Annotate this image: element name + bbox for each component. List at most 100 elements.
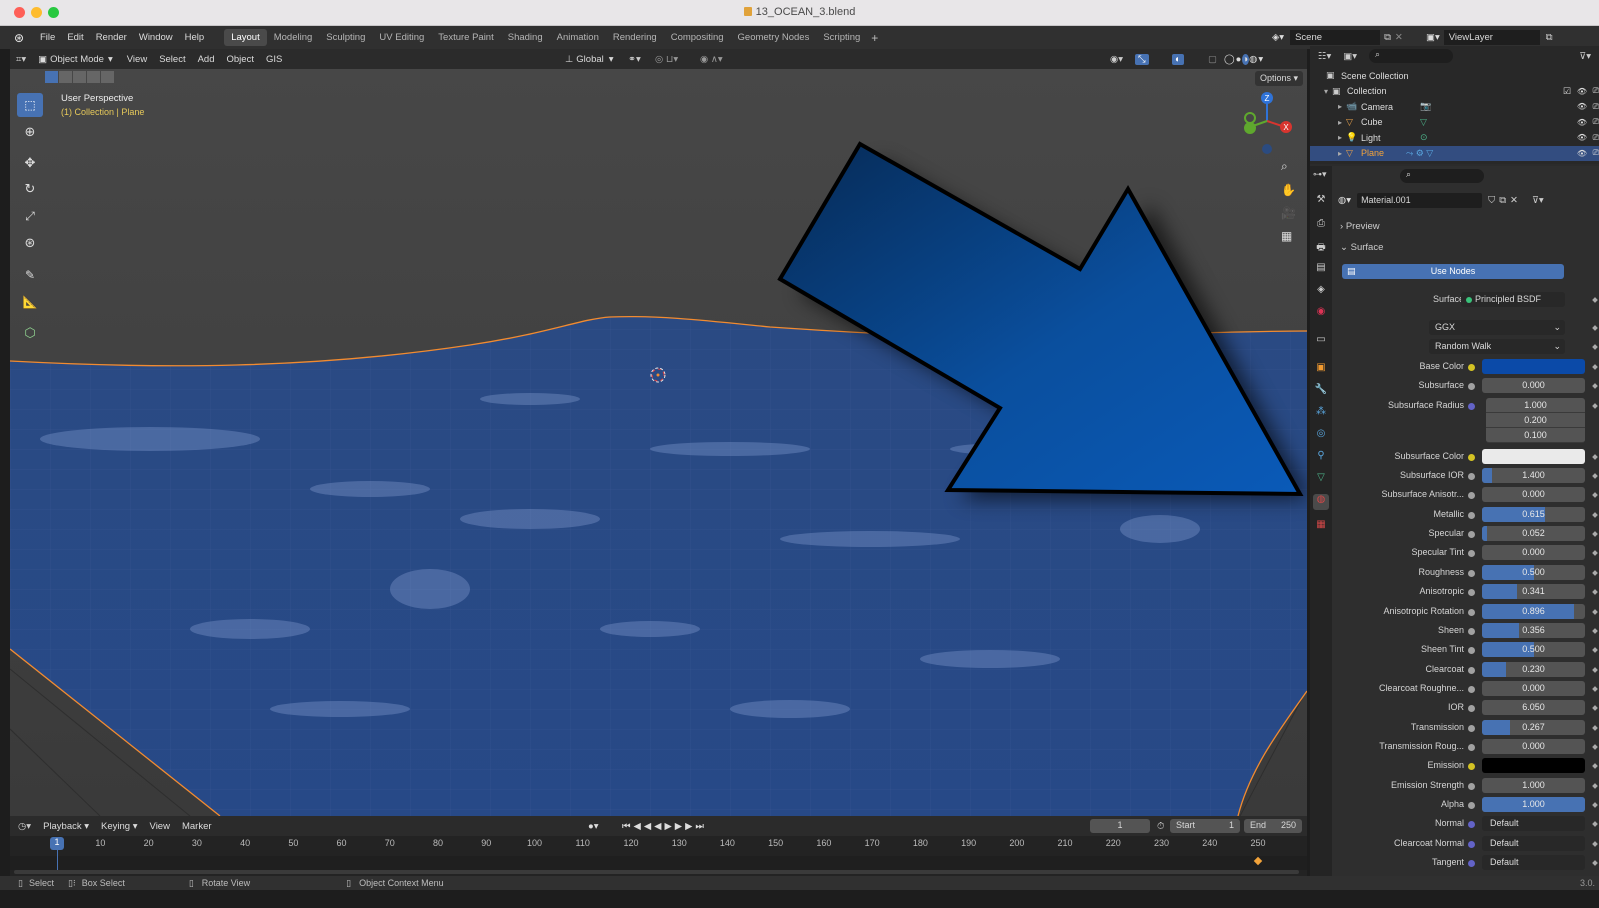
new-view-layer-icon[interactable]: ⧉ xyxy=(1546,32,1553,43)
expand-right-icon[interactable]: ▸ xyxy=(1338,118,1342,127)
surface-panel-header[interactable]: ⌄ Surface xyxy=(1340,242,1383,253)
viewport-menu-select[interactable]: Select xyxy=(153,54,191,65)
prop-slider-subsurface[interactable]: 0.000 xyxy=(1482,378,1585,394)
prop-field-subsurface-radius[interactable]: 1.000 xyxy=(1486,397,1585,413)
delete-scene-icon[interactable]: ✕ xyxy=(1395,32,1403,43)
surface-shader-field[interactable]: Principled BSDF xyxy=(1461,292,1565,307)
timeline-menu-marker[interactable]: Marker xyxy=(176,821,218,832)
render-tab-icon[interactable]: ⎙ xyxy=(1313,218,1329,234)
eye-icon[interactable]: 👁 xyxy=(1577,102,1587,111)
proportional-edit-icon[interactable]: ◉ ∧▾ xyxy=(700,54,723,65)
duplicate-material-icon[interactable]: ⧉ xyxy=(1499,195,1506,206)
camera-render-icon[interactable]: ⎚ xyxy=(1593,86,1599,96)
grid-view-icon[interactable]: ▦ xyxy=(1281,229,1296,243)
tab-geometry-nodes[interactable]: Geometry Nodes xyxy=(731,29,817,46)
data-tab-icon[interactable]: ▽ xyxy=(1313,472,1329,488)
prop-slider-clearcoat-roughne[interactable]: 0.000 xyxy=(1482,680,1585,696)
node-filter-icon[interactable]: ⊽▾ xyxy=(1532,195,1544,206)
editor-type-icon[interactable]: ⌗▾ xyxy=(16,54,26,65)
prop-slider-specular[interactable]: 0.052 xyxy=(1482,526,1585,542)
expand-down-icon[interactable]: ▾ xyxy=(1324,87,1328,96)
tab-shading[interactable]: Shading xyxy=(501,29,550,46)
select-mode-buttons[interactable] xyxy=(45,71,114,83)
tab-rendering[interactable]: Rendering xyxy=(606,29,664,46)
timeline-menu-keying[interactable]: Keying ▾ xyxy=(95,821,143,832)
viewport-menu-add[interactable]: Add xyxy=(192,54,221,65)
outliner-item-scene-collection[interactable]: ▣ Scene Collection xyxy=(1310,68,1599,83)
navigation-gizmo[interactable]: Z X xyxy=(1242,89,1302,159)
tool-tab-icon[interactable]: ⚒ xyxy=(1313,194,1329,210)
clock-icon[interactable]: ◷▾ xyxy=(18,821,31,832)
keyframe-icon[interactable] xyxy=(1592,666,1598,673)
modifier-icon[interactable]: ⤳ ⚙ ▽ xyxy=(1406,148,1433,159)
mesh-data-icon[interactable]: ▽ xyxy=(1420,117,1427,128)
collection-tab-icon[interactable]: ▭ xyxy=(1313,334,1329,350)
menu-help[interactable]: Help xyxy=(179,32,211,43)
keyframe-icon[interactable] xyxy=(1592,531,1598,537)
camera-render-icon[interactable]: ⎚ xyxy=(1593,102,1599,112)
tab-modeling[interactable]: Modeling xyxy=(267,29,320,46)
expand-right-icon[interactable]: ▸ xyxy=(1338,102,1342,111)
eye-icon[interactable]: 👁 xyxy=(1577,87,1587,96)
filter-icon[interactable]: ⊽▾ xyxy=(1579,51,1591,62)
prop-field-subsurface-radius[interactable]: 0.100 xyxy=(1486,427,1585,443)
keyframe-icon[interactable] xyxy=(1592,686,1598,692)
menu-render[interactable]: Render xyxy=(90,32,133,43)
add-cube-tool[interactable]: ⬡ xyxy=(17,321,43,345)
prop-link-tangent[interactable]: Default xyxy=(1482,855,1585,871)
keyframe-icon[interactable] xyxy=(1592,724,1598,731)
xray-icon[interactable]: ▢ xyxy=(1208,54,1217,65)
cursor-tool[interactable]: ⊕ xyxy=(17,120,43,144)
timeline-menu-view[interactable]: View xyxy=(144,821,176,832)
keyframe-icon[interactable] xyxy=(1592,492,1598,499)
add-workspace-icon[interactable]: + xyxy=(871,31,878,45)
material-name-field[interactable]: Material.001 xyxy=(1357,193,1483,208)
keyframe-icon[interactable] xyxy=(1592,628,1598,634)
options-dropdown[interactable]: Options ▾ xyxy=(1255,71,1304,86)
keyframe-icon[interactable] xyxy=(1592,344,1598,350)
tab-compositing[interactable]: Compositing xyxy=(664,29,731,46)
material-tab-icon[interactable]: ◍ xyxy=(1313,494,1329,510)
tab-scripting[interactable]: Scripting xyxy=(816,29,867,46)
snap-icon[interactable]: ◎ ⊔▾ xyxy=(655,54,678,65)
measure-tool[interactable]: 📐 xyxy=(17,290,43,314)
prop-color-emission[interactable] xyxy=(1482,758,1585,774)
keyframe-icon[interactable] xyxy=(1592,589,1598,595)
menu-file[interactable]: File xyxy=(34,32,61,43)
scene-name[interactable]: Scene xyxy=(1290,30,1381,45)
outliner[interactable]: ☷▾ ▣▾ ⌕ ⊽▾ ▣ Scene Collection ▾ ▣ Collection… xyxy=(1310,46,1599,164)
tab-texture-paint[interactable]: Texture Paint xyxy=(431,29,500,46)
fake-user-icon[interactable]: ⛉ xyxy=(1488,195,1495,206)
prop-link-clearcoat-normal[interactable]: Default xyxy=(1482,835,1585,851)
zoom-icon[interactable]: ⌕ xyxy=(1281,159,1296,174)
use-nodes-button[interactable]: ▤ Use Nodes xyxy=(1342,264,1564,279)
camera-view-icon[interactable]: 🎥 xyxy=(1281,206,1296,220)
3d-viewport[interactable]: ⬚ ⊕ ✥ ↻ ⤢ ⊛ ✎ 📐 ⬡ User Perspective (1) C… xyxy=(10,69,1307,816)
subsurface-method-dropdown[interactable]: Random Walk ⌄ xyxy=(1429,339,1565,354)
particles-tab-icon[interactable]: ⁂ xyxy=(1313,406,1329,422)
shading-modes-icon[interactable]: ◯●◑◍▾ xyxy=(1224,53,1264,65)
record-icon[interactable]: ●▾ xyxy=(588,821,599,832)
constraints-tab-icon[interactable]: ⚲ xyxy=(1313,450,1329,466)
move-tool[interactable]: ✥ xyxy=(17,151,43,175)
annotate-tool[interactable]: ✎ xyxy=(17,263,43,287)
expand-right-icon[interactable]: ▸ xyxy=(1338,149,1342,158)
menu-edit[interactable]: Edit xyxy=(61,32,89,43)
keyframe-icon[interactable] xyxy=(1592,383,1598,390)
pivot-icon[interactable]: ⚭▾ xyxy=(628,54,641,65)
scene-selector[interactable]: ◈▾ Scene ⧉ ✕ xyxy=(1272,29,1422,46)
unlink-material-icon[interactable]: ✕ xyxy=(1510,195,1518,206)
keyframe-icon[interactable] xyxy=(1592,763,1598,770)
prop-slider-subsurface-ior[interactable]: 1.400 xyxy=(1482,468,1585,484)
object-tab-icon[interactable]: ▣ xyxy=(1313,362,1329,378)
keyframe-icon[interactable] xyxy=(1592,511,1598,518)
current-frame-field[interactable]: 1 xyxy=(1090,819,1150,833)
view-layer-tab-icon[interactable]: ▤ xyxy=(1313,262,1329,278)
keyframe-icon[interactable] xyxy=(1592,473,1598,479)
prop-link-normal[interactable]: Default xyxy=(1482,816,1585,832)
viewport-menu-view[interactable]: View xyxy=(121,54,153,65)
outliner-item-plane[interactable]: ▸ ▽ Plane 👁 ⎚ ⤳ ⚙ ▽ xyxy=(1310,145,1599,161)
view-layer-name[interactable]: ViewLayer xyxy=(1443,30,1540,45)
eye-icon[interactable]: 👁 xyxy=(1577,149,1587,158)
keyframe-icon[interactable] xyxy=(1592,705,1598,712)
